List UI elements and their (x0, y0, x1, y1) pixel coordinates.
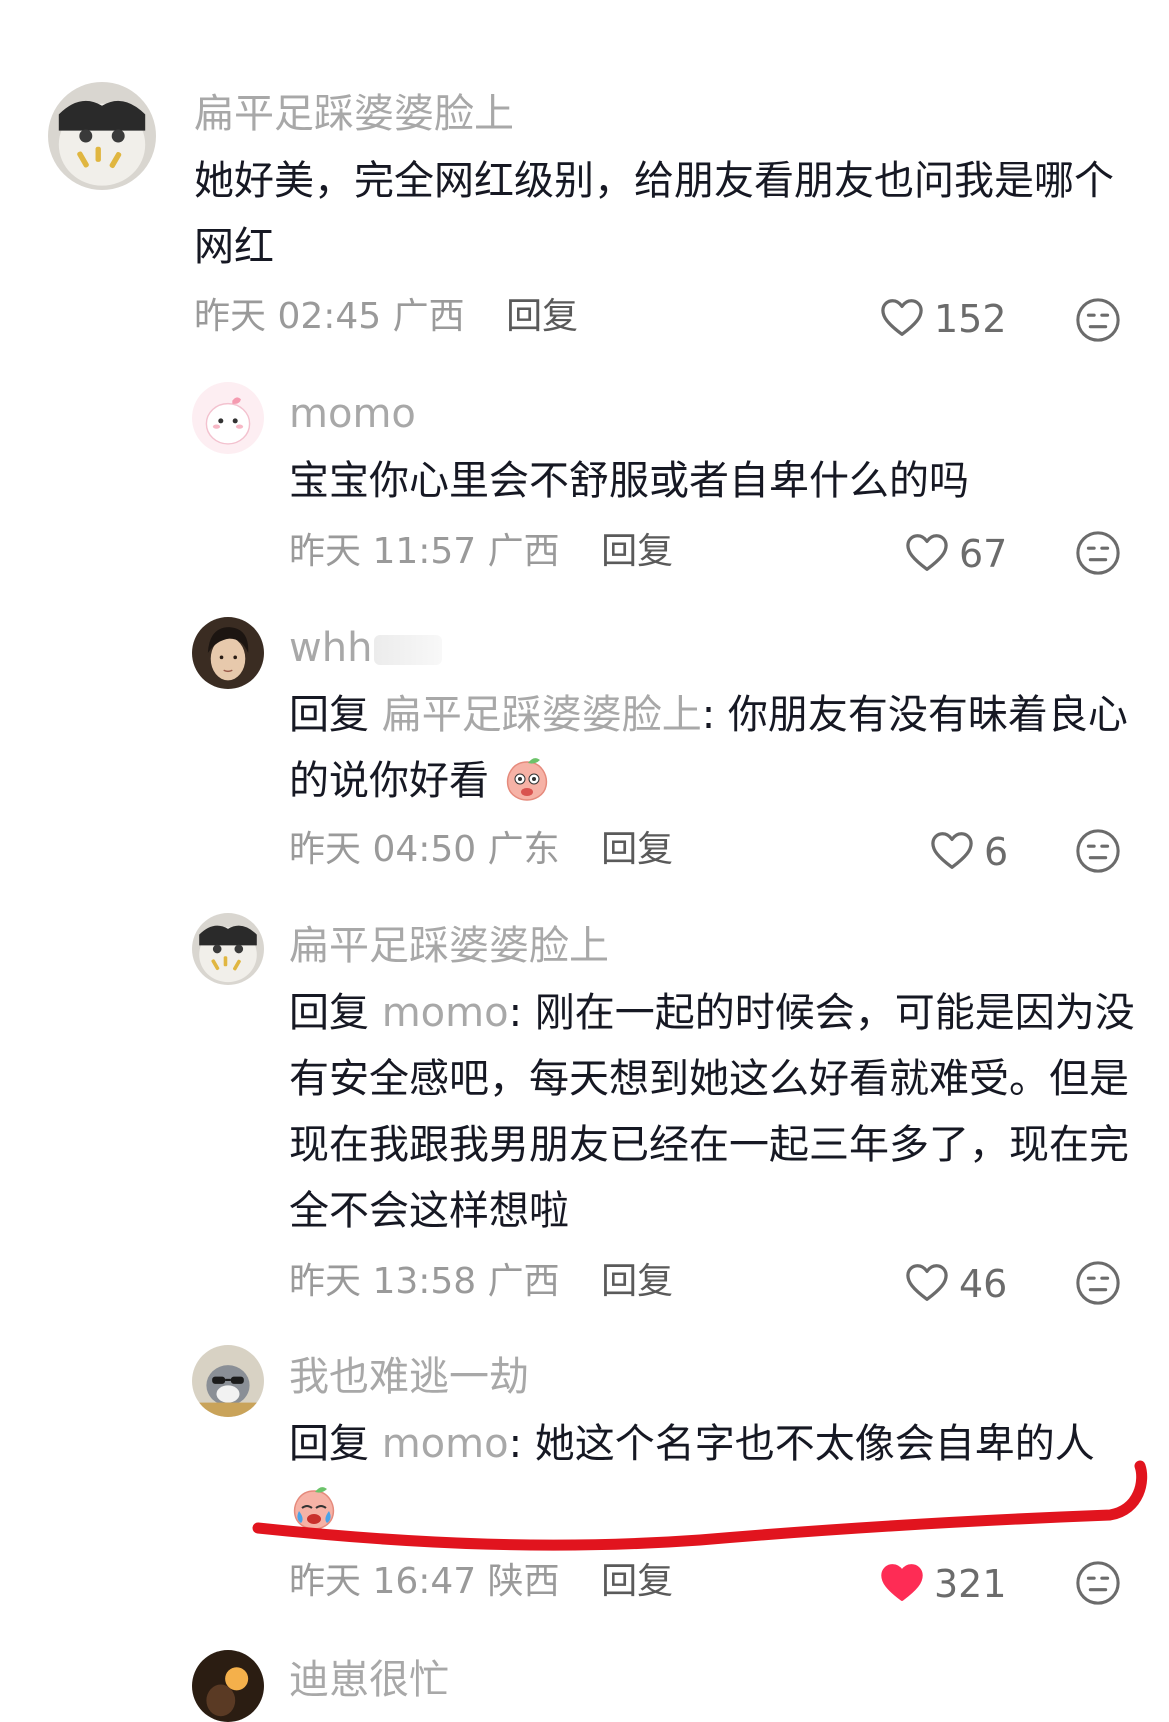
timestamp: 昨天 04:50 (289, 829, 477, 870)
heart-outline-icon (881, 299, 923, 336)
like-count: 152 (934, 297, 1007, 341)
man-avatar-icon (192, 617, 264, 689)
cartoon-avatar-icon (192, 382, 264, 454)
timestamp: 昨天 02:45 (194, 296, 382, 337)
reply-to-user[interactable]: 扁平足踩婆婆脸上 (382, 692, 702, 738)
username[interactable]: 迪崽很忙 (289, 1656, 449, 1704)
username-text: whh (289, 625, 373, 671)
avatar[interactable] (192, 1650, 264, 1722)
like-count: 46 (959, 1262, 1008, 1306)
like-count: 6 (984, 830, 1009, 874)
cat-avatar-icon (48, 82, 156, 190)
meh-face-icon (1076, 1561, 1120, 1605)
blurred-name-mask (374, 635, 443, 665)
dog-sunglasses-avatar-icon (192, 1345, 264, 1417)
heart-outline-icon (906, 534, 948, 571)
avatar[interactable] (192, 1345, 264, 1417)
dislike-button[interactable] (1075, 1560, 1121, 1606)
reply-to-user[interactable]: momo (382, 990, 509, 1036)
avatar[interactable] (192, 617, 264, 689)
comment-meta: 昨天 13:58 广西 回复 (289, 1260, 673, 1304)
reply-prefix: 回复 (289, 1421, 369, 1467)
avatar[interactable] (192, 382, 264, 454)
like-button[interactable]: 152 (880, 297, 1007, 341)
like-button[interactable]: 46 (905, 1262, 1007, 1306)
username[interactable]: 扁平足踩婆婆脸上 (194, 90, 514, 138)
region: 广西 (487, 531, 560, 572)
heart-outline-icon (931, 832, 973, 869)
timestamp: 昨天 11:57 (289, 531, 477, 572)
dislike-button[interactable] (1075, 828, 1121, 874)
reply-button[interactable]: 回复 (601, 1261, 673, 1302)
cat-avatar-icon (192, 913, 264, 985)
like-button[interactable]: 321 (880, 1562, 1007, 1606)
comment-text: 她好美，完全网红级别，给朋友看朋友也问我是哪个网红 (194, 158, 1114, 270)
like-count: 67 (959, 532, 1008, 576)
comment-text: 宝宝你心里会不舒服或者自卑什么的吗 (289, 458, 969, 504)
heart-filled-icon (881, 1564, 923, 1601)
like-count: 321 (934, 1562, 1007, 1606)
crying-emoji-icon (293, 1487, 335, 1530)
region: 广西 (487, 1261, 560, 1302)
comment-meta: 昨天 11:57 广西 回复 (289, 530, 673, 574)
colon: : (701, 692, 728, 738)
reply-to-user[interactable]: momo (382, 1421, 509, 1467)
comment-text: 回复 momo: 刚在一起的时候会，可能是因为没有安全感吧，每天想到她这么好看就… (289, 980, 1139, 1244)
region: 广东 (487, 829, 560, 870)
avatar[interactable] (192, 913, 264, 985)
reply-prefix: 回复 (289, 692, 369, 738)
meh-face-icon (1076, 298, 1120, 342)
username[interactable]: whh (289, 624, 443, 672)
avatar[interactable] (48, 82, 156, 190)
like-button[interactable]: 6 (930, 830, 1008, 874)
dislike-button[interactable] (1075, 297, 1121, 343)
reply-button[interactable]: 回复 (601, 1561, 673, 1602)
timestamp: 昨天 16:47 (289, 1561, 477, 1602)
comment-text: 回复 momo: 她这个名字也不太像会自卑的人 (289, 1411, 1139, 1543)
dislike-button[interactable] (1075, 530, 1121, 576)
comment-body: 她这个名字也不太像会自卑的人 (534, 1421, 1095, 1467)
comment-meta: 昨天 04:50 广东 回复 (289, 828, 673, 872)
comment-text: 回复 扁平足踩婆婆脸上: 你朋友有没有昧着良心的说你好看 (289, 682, 1139, 814)
reply-button[interactable]: 回复 (506, 296, 578, 337)
peach-emoji-icon (506, 758, 547, 801)
username[interactable]: 扁平足踩婆婆脸上 (289, 922, 609, 970)
username[interactable]: 我也难逃一劫 (289, 1353, 529, 1401)
dislike-button[interactable] (1075, 1260, 1121, 1306)
comment-meta: 昨天 16:47 陕西 回复 (289, 1560, 673, 1604)
region: 陕西 (487, 1561, 560, 1602)
dark-avatar-icon (192, 1650, 264, 1722)
username[interactable]: momo (289, 390, 416, 438)
reply-button[interactable]: 回复 (601, 531, 673, 572)
colon: : (508, 990, 535, 1036)
like-button[interactable]: 67 (905, 532, 1007, 576)
meh-face-icon (1076, 531, 1120, 575)
comment-meta: 昨天 02:45 广西 回复 (194, 295, 578, 339)
meh-face-icon (1076, 829, 1120, 873)
region: 广西 (392, 296, 465, 337)
reply-button[interactable]: 回复 (601, 829, 673, 870)
timestamp: 昨天 13:58 (289, 1261, 477, 1302)
meh-face-icon (1076, 1261, 1120, 1305)
colon: : (508, 1421, 535, 1467)
heart-outline-icon (906, 1264, 948, 1301)
reply-prefix: 回复 (289, 990, 369, 1036)
